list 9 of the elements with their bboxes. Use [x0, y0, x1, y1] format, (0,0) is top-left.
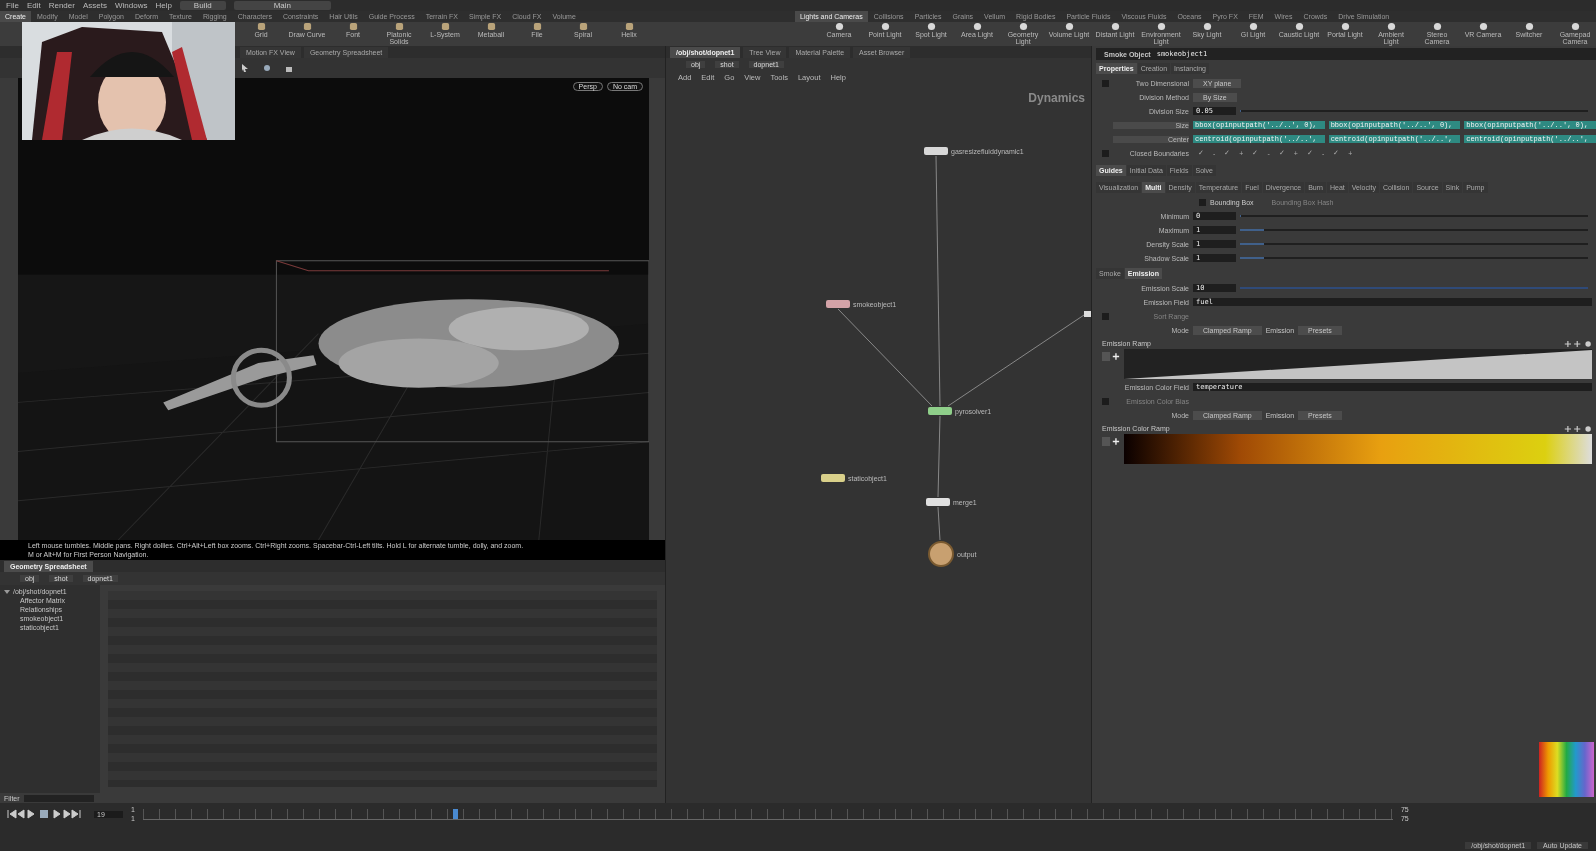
- menu-item[interactable]: File: [6, 1, 19, 10]
- context-label: Dynamics: [1028, 91, 1085, 105]
- desktop-dropdown[interactable]: Build: [179, 1, 226, 10]
- menu-item[interactable]: Windows: [114, 1, 148, 10]
- menu-item[interactable]: Render: [48, 1, 75, 10]
- menu-item[interactable]: Assets: [82, 1, 107, 10]
- context-dropdown[interactable]: Main: [233, 1, 331, 10]
- menu-item[interactable]: Edit: [26, 1, 41, 10]
- menu-item[interactable]: Help: [155, 1, 172, 10]
